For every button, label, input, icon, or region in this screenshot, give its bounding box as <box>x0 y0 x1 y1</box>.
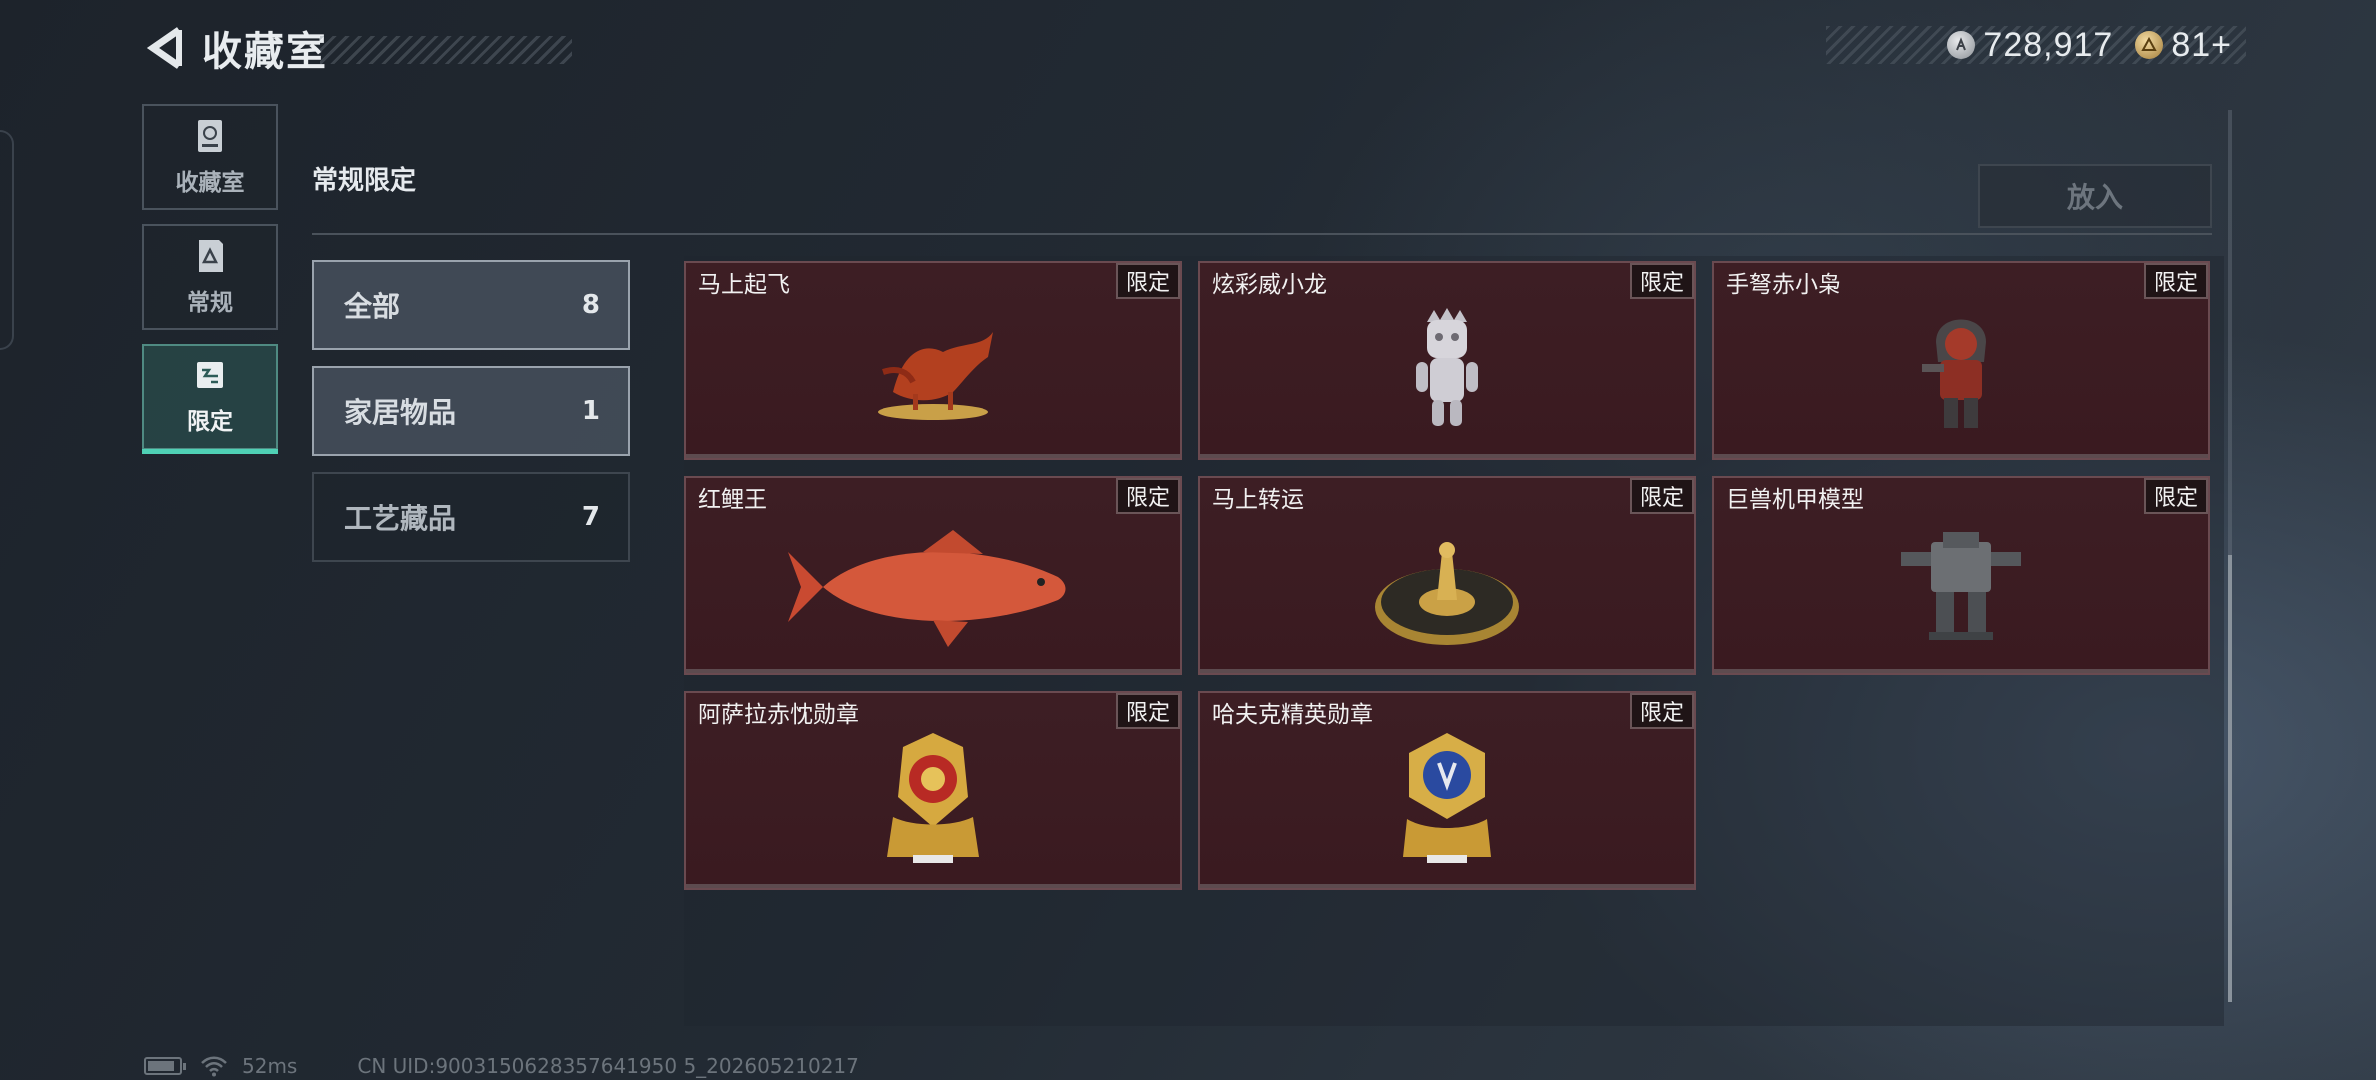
nav-item-collection[interactable]: 收藏室 <box>142 104 278 210</box>
category-list: 全部 8 家居物品 1 工艺藏品 7 <box>312 260 630 578</box>
item-card[interactable]: 马上起飞 限定 <box>684 261 1182 460</box>
item-card[interactable]: 巨兽机甲模型 限定 <box>1712 476 2210 675</box>
battery-icon <box>144 1057 186 1075</box>
category-name: 家居物品 <box>344 396 457 429</box>
nav-item-limited[interactable]: 限定 <box>142 344 278 454</box>
category-all[interactable]: 全部 8 <box>312 260 630 350</box>
book-icon <box>199 240 223 272</box>
header: 收藏室 <box>140 22 328 75</box>
nav-item-regular[interactable]: 常规 <box>142 224 278 330</box>
gold-currency[interactable]: 81+ <box>2135 26 2232 65</box>
ping-value: 52ms <box>242 1054 298 1078</box>
section-title: 常规限定 <box>312 166 417 196</box>
category-home[interactable]: 家居物品 1 <box>312 366 630 456</box>
nav-label: 常规 <box>187 290 233 316</box>
divider <box>312 233 2212 235</box>
category-count: 7 <box>581 502 600 532</box>
back-arrow-icon <box>146 27 182 69</box>
item-card[interactable]: 手弩赤小枭 限定 <box>1712 261 2210 460</box>
fortune-wheel-icon <box>1375 541 1519 645</box>
nav-label: 限定 <box>187 409 233 435</box>
edge-handle[interactable] <box>0 130 14 350</box>
put-in-button[interactable]: 放入 <box>1978 164 2212 228</box>
carp-fish-icon <box>788 529 1066 647</box>
nav-label: 收藏室 <box>175 170 245 196</box>
category-name: 全部 <box>344 290 401 323</box>
category-name: 工艺藏品 <box>344 502 457 535</box>
silver-value: 728,917 <box>1983 25 2114 64</box>
item-card[interactable]: 马上转运 限定 <box>1198 476 1696 675</box>
blue-medal-icon <box>1403 732 1491 863</box>
dragon-figure-icon <box>1416 307 1478 426</box>
title-decoration <box>320 36 572 64</box>
item-grid: 马上起飞 限定 炫彩威小龙 限定 手弩赤小枭 限定 红鲤王 限定 马上转运 限定… <box>684 261 2214 890</box>
status-bar: 52ms CN UID:9003150628357641950 5_202605… <box>144 1054 859 1078</box>
limited-icon <box>197 362 223 388</box>
mech-model-icon <box>1901 531 2021 640</box>
category-count: 8 <box>581 290 600 320</box>
page-title: 收藏室 <box>202 29 328 75</box>
hooded-figure-icon <box>1922 319 1986 428</box>
side-nav: 收藏室 常规 限定 <box>142 104 278 464</box>
red-medal-icon <box>887 732 979 863</box>
category-craft[interactable]: 工艺藏品 7 <box>312 472 630 562</box>
item-card[interactable]: 红鲤王 限定 <box>684 476 1182 675</box>
archive-icon <box>198 120 222 152</box>
uid-text: CN UID:9003150628357641950 5_20260521021… <box>357 1054 859 1078</box>
gold-value: 81+ <box>2171 25 2232 64</box>
currency-bar: 728,917 81+ <box>1826 26 2246 64</box>
horse-statue-icon <box>878 331 993 420</box>
silver-coin-icon <box>1947 31 1976 59</box>
category-count: 1 <box>581 396 600 426</box>
item-card[interactable]: 炫彩威小龙 限定 <box>1198 261 1696 460</box>
wifi-icon <box>201 1056 227 1077</box>
scrollbar-thumb[interactable] <box>2228 555 2232 1002</box>
gold-coin-icon <box>2135 31 2164 59</box>
item-card[interactable]: 阿萨拉赤忱勋章 限定 <box>684 691 1182 890</box>
silver-currency[interactable]: 728,917 <box>1947 26 2113 65</box>
back-button[interactable] <box>140 23 190 73</box>
item-card[interactable]: 哈夫克精英勋章 限定 <box>1198 691 1696 890</box>
